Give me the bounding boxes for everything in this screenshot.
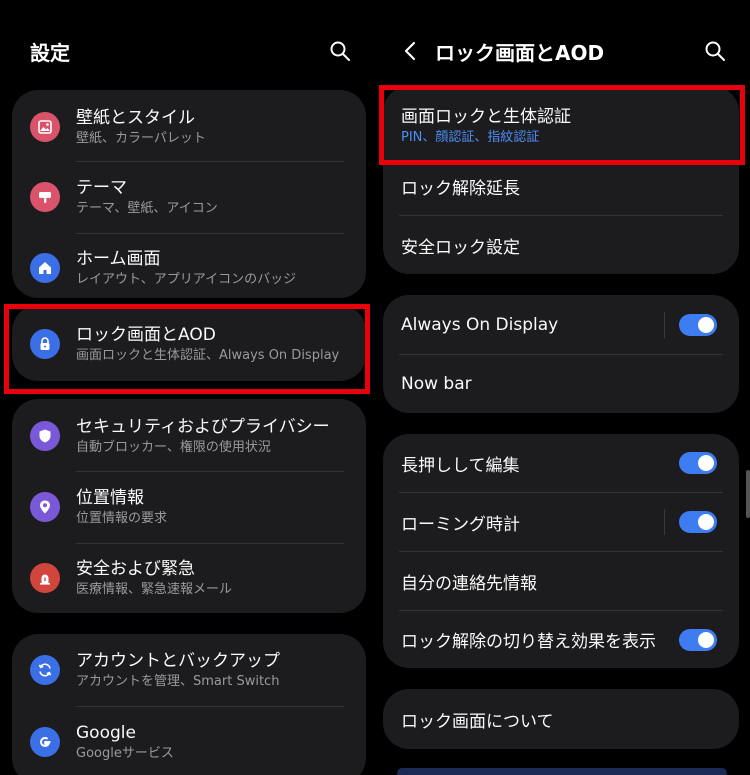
lock-item-title: 安全ロック設定	[401, 237, 520, 258]
lock-item-title: Now bar	[401, 374, 472, 394]
settings-item-accounts-backup[interactable]: アカウントとバックアップ アカウントを管理、Smart Switch	[12, 636, 366, 704]
lock-item-title: ロック画面について	[401, 711, 554, 732]
scrollbar[interactable]	[746, 470, 750, 518]
toggle-knob	[698, 317, 714, 333]
lock-item-title: ローミング時計	[401, 514, 520, 535]
settings-group-accounts: アカウントとバックアップ アカウントを管理、Smart Switch Googl…	[12, 634, 366, 775]
shield-icon	[30, 421, 60, 451]
lock-group-about: ロック画面について	[383, 689, 739, 749]
lock-item-always-on-display[interactable]: Always On Display	[383, 295, 739, 355]
lock-item-roaming-clock[interactable]: ローミング時計	[383, 493, 739, 551]
location-pin-icon	[30, 492, 60, 522]
settings-item-subtitle: Googleサービス	[76, 745, 174, 761]
vertical-separator	[664, 312, 665, 338]
toggle-knob	[698, 455, 714, 471]
settings-item-title: セキュリティおよびプライバシー	[76, 416, 330, 437]
settings-item-title: アカウントとバックアップ	[76, 650, 280, 671]
lock-item-secure-lock-settings[interactable]: 安全ロック設定	[383, 216, 739, 274]
settings-item-subtitle: 壁紙、カラーパレット	[76, 130, 206, 146]
settings-item-subtitle: 自動ブロッカー、権限の使用状況	[76, 439, 271, 455]
settings-panel: 設定 壁紙とスタイル 壁紙、カラーパレット テーマ テーマ、壁紙、アイコン ホー…	[0, 0, 375, 775]
lock-item-title: ロック解除の切り替え効果を表示	[401, 632, 656, 652]
back-arrow-icon[interactable]	[399, 40, 421, 62]
highlight-box-screen-lock	[379, 85, 745, 165]
settings-item-security-privacy[interactable]: セキュリティおよびプライバシー 自動ブロッカー、権限の使用状況	[12, 403, 366, 469]
settings-item-subtitle: 位置情報の要求	[76, 510, 168, 526]
emergency-icon	[30, 563, 60, 593]
lock-item-extend-unlock[interactable]: ロック解除延長	[383, 158, 739, 214]
lock-item-title: Always On Display	[401, 315, 559, 335]
settings-item-title: 位置情報	[76, 487, 144, 508]
page-title: 設定	[30, 40, 70, 65]
settings-item-location[interactable]: 位置情報 位置情報の要求	[12, 472, 366, 542]
toggle-knob	[698, 514, 714, 530]
roaming-clock-toggle[interactable]	[679, 511, 717, 533]
always-on-display-toggle[interactable]	[679, 314, 717, 336]
home-icon	[30, 253, 60, 283]
highlight-box-lock-screen	[4, 304, 370, 394]
settings-item-safety-emergency[interactable]: 安全および緊急 医療情報、緊急速報メール	[12, 544, 366, 612]
settings-item-google[interactable]: Google Googleサービス	[12, 707, 366, 775]
search-icon[interactable]	[704, 40, 726, 62]
toggle-knob	[698, 631, 714, 648]
lock-item-now-bar[interactable]: Now bar	[383, 355, 739, 413]
lock-item-contact-info[interactable]: 自分の連絡先情報	[383, 552, 739, 610]
settings-item-title: 壁紙とスタイル	[76, 107, 195, 128]
google-icon	[30, 727, 60, 757]
lock-group-aod: Always On Display Now bar	[383, 295, 739, 413]
lock-item-title: 自分の連絡先情報	[401, 573, 537, 594]
settings-group-security: セキュリティおよびプライバシー 自動ブロッカー、権限の使用状況 位置情報 位置情…	[12, 399, 366, 613]
search-icon[interactable]	[329, 40, 351, 62]
settings-item-subtitle: テーマ、壁紙、アイコン	[76, 200, 218, 216]
lock-group-options: 長押しして編集 ローミング時計 自分の連絡先情報 ロック解除の切り替え効果を表示	[383, 434, 739, 668]
settings-item-home-screen[interactable]: ホーム画面 レイアウト、アプリアイコンのバッジ	[12, 234, 366, 298]
settings-item-title: テーマ	[76, 177, 127, 198]
unlock-transition-toggle[interactable]	[679, 628, 717, 651]
lock-item-unlock-transition-effect[interactable]: ロック解除の切り替え効果を表示	[383, 611, 739, 668]
settings-item-title: 安全および緊急	[76, 558, 195, 579]
vertical-separator	[664, 509, 665, 535]
lock-item-title: 長押しして編集	[401, 455, 520, 476]
lock-screen-header: ロック画面とAOD	[375, 28, 750, 74]
settings-group-personalization: 壁紙とスタイル 壁紙、カラーパレット テーマ テーマ、壁紙、アイコン ホーム画面…	[12, 90, 366, 298]
lock-screen-panel: ロック画面とAOD 画面ロックと生体認証 PIN、顔認証、指紋認証 ロック解除延…	[375, 0, 750, 775]
theme-brush-icon	[30, 182, 60, 212]
sync-icon	[30, 655, 60, 685]
page-title: ロック画面とAOD	[435, 40, 605, 65]
lock-item-long-press-edit[interactable]: 長押しして編集	[383, 434, 739, 492]
lock-item-title: ロック解除延長	[401, 178, 520, 199]
settings-item-title: Google	[76, 722, 136, 743]
wallpaper-icon	[30, 112, 60, 142]
settings-item-wallpaper[interactable]: 壁紙とスタイル 壁紙、カラーパレット	[12, 94, 366, 160]
settings-item-subtitle: アカウントを管理、Smart Switch	[76, 673, 280, 689]
lock-item-about-lock-screen[interactable]: ロック画面について	[383, 689, 739, 749]
settings-item-subtitle: 医療情報、緊急速報メール	[76, 581, 233, 597]
settings-item-title: ホーム画面	[76, 248, 161, 269]
settings-header: 設定	[0, 28, 375, 74]
long-press-edit-toggle[interactable]	[679, 452, 717, 474]
settings-item-theme[interactable]: テーマ テーマ、壁紙、アイコン	[12, 162, 366, 232]
next-card-edge	[397, 768, 727, 775]
settings-item-subtitle: レイアウト、アプリアイコンのバッジ	[76, 271, 297, 287]
